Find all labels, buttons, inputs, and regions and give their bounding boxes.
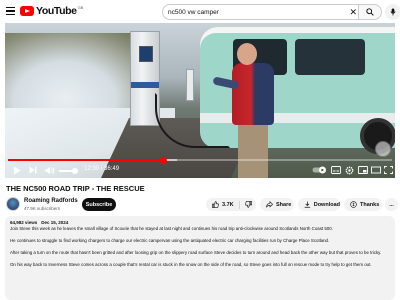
logo-region: GB [77,4,84,10]
next-icon [29,166,37,174]
download-icon [304,201,311,208]
description-paragraph: On his way back to Inverness Steve comes… [10,262,372,267]
channel-name[interactable]: Roaming Radfords [24,198,78,204]
miniplayer-button[interactable] [358,164,368,176]
progress-bar[interactable] [8,156,392,164]
upload-date: Dec 15, 2024 [41,220,69,225]
like-count: 3.7K [222,201,234,208]
view-count: 64,982 views [10,220,38,225]
more-icon: ... [389,201,394,208]
more-actions-button[interactable]: ... [385,198,398,211]
thumbs-down-icon [244,201,252,208]
settings-icon [345,166,354,174]
dislike-button[interactable] [240,201,255,208]
like-dislike-group: 3.7K [206,198,256,211]
menu-icon[interactable] [6,7,15,15]
description-panel[interactable]: 64,982 views Dec 15, 2024 Join Steve this… [5,216,395,300]
miniplayer-icon [358,166,368,174]
next-button[interactable] [29,164,37,176]
volume-icon [45,166,55,174]
played-bar [8,159,164,161]
share-button[interactable]: Share [260,198,294,211]
channel-watermark-icon[interactable] [375,141,391,157]
fullscreen-icon [384,166,393,174]
person-legs [238,121,268,178]
time-display: 12:30 / 36:49 [84,166,120,172]
volume-slider[interactable] [59,168,79,174]
thanks-label: Thanks [360,201,380,208]
thumbs-up-icon [212,201,219,208]
play-button[interactable] [13,164,21,176]
mic-icon [390,8,396,16]
search-input[interactable]: nc500 vw camper ✕ [162,4,362,20]
theater-mode-button[interactable] [371,164,381,176]
theater-icon [371,166,381,174]
settings-button[interactable] [345,164,354,176]
search-button[interactable] [358,4,382,20]
video-title: THE NC500 ROAD TRIP - THE RESCUE [6,184,145,193]
van-window-rear [295,39,365,75]
subscribe-button[interactable]: Subscribe [82,198,116,211]
youtube-play-logo-icon [20,6,34,16]
person-head [237,43,257,65]
video-player[interactable] [5,23,395,178]
youtube-logo[interactable]: YouTube GB [20,5,83,17]
top-bar: YouTube GB nc500 vw camper ✕ [0,0,400,24]
captions-icon [331,166,341,174]
download-label: Download [313,201,340,208]
close-icon[interactable]: ✕ [349,7,357,17]
scrubber-handle[interactable] [160,156,168,164]
autoplay-toggle-icon [312,166,326,174]
description-paragraph: After taking a turn on the route that ha… [10,250,382,255]
download-button[interactable]: Download [298,198,340,211]
search-query: nc500 vw camper [168,8,219,16]
logo-text: YouTube [36,5,77,17]
play-icon [14,166,21,174]
subscriber-count: 47.9K subscribers [24,206,61,211]
like-button[interactable]: 3.7K [206,200,240,209]
share-label: Share [276,201,292,208]
channel-avatar[interactable] [6,197,20,211]
captions-button[interactable] [331,164,341,176]
thanks-button[interactable]: Thanks [344,198,382,211]
autoplay-toggle[interactable] [312,164,326,176]
person-jacket [232,63,274,125]
share-icon [266,201,273,208]
thanks-icon [350,201,357,208]
search-icon [366,8,374,16]
mute-button[interactable] [45,164,55,176]
fullscreen-button[interactable] [384,164,393,176]
voice-search-button[interactable] [385,4,400,20]
